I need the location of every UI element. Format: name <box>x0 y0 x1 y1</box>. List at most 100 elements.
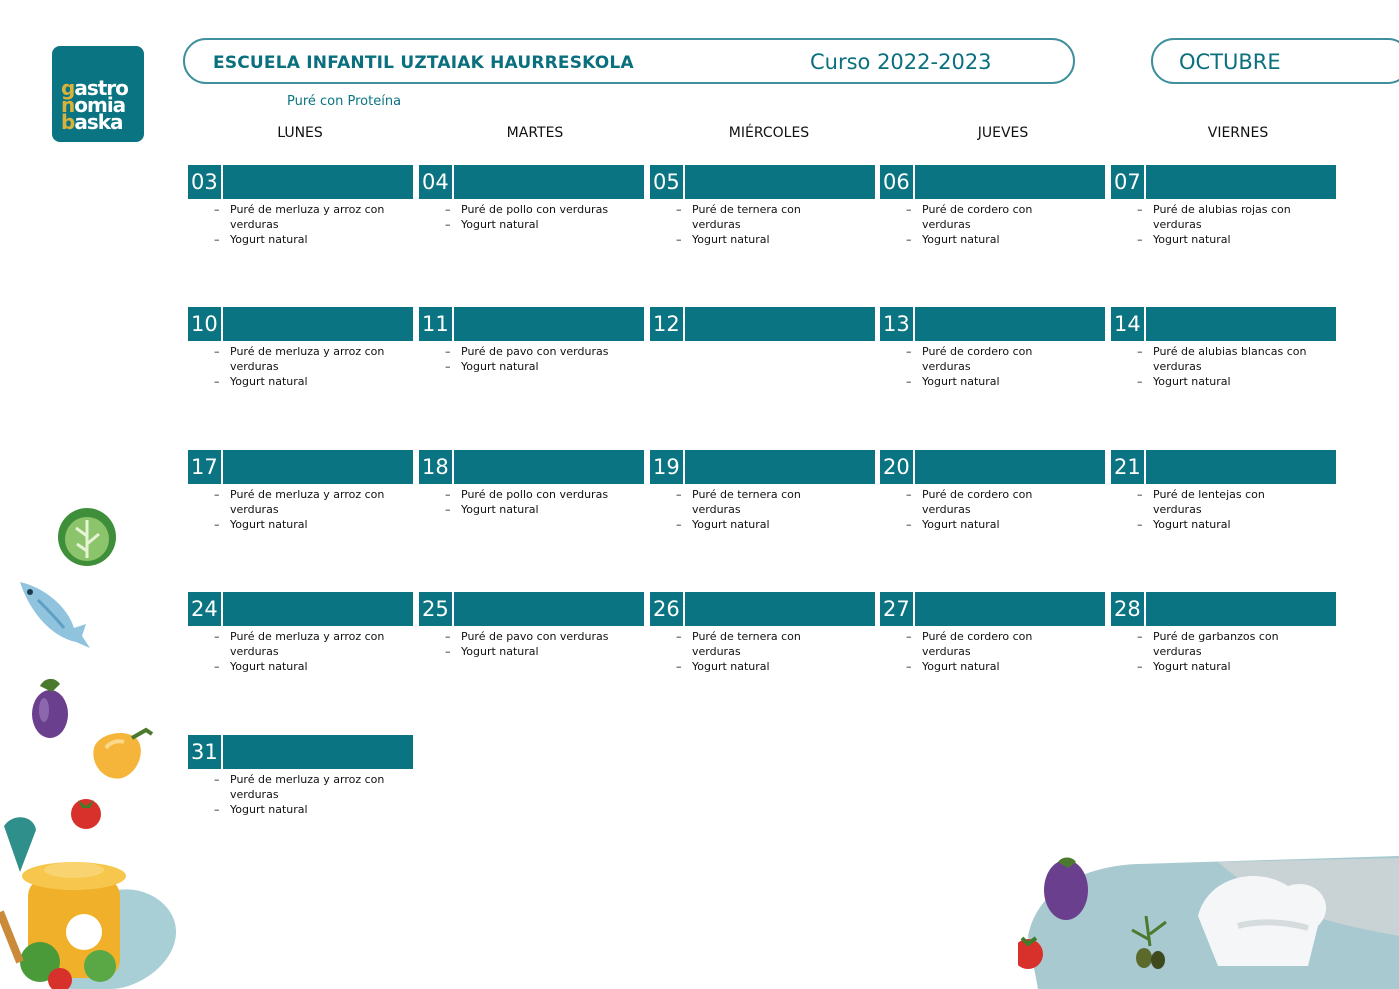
day-header: 20 <box>880 450 1105 484</box>
menu-item: Puré de pavo con verduras <box>445 629 621 644</box>
day-header: 03 <box>188 165 413 199</box>
day-number: 12 <box>650 307 683 341</box>
menu-item: Puré de cordero con verduras <box>906 487 1082 517</box>
menu-list: Puré de pavo con verdurasYogurt natural <box>419 344 644 374</box>
day-cell: 10Puré de merluza y arroz con verdurasYo… <box>188 307 413 389</box>
menu-list: Puré de cordero con verdurasYogurt natur… <box>880 629 1105 674</box>
weekday-header: VIERNES <box>1207 125 1269 141</box>
day-header: 13 <box>880 307 1105 341</box>
menu-list: Puré de merluza y arroz con verdurasYogu… <box>188 344 413 389</box>
day-number: 26 <box>650 592 683 626</box>
day-number: 06 <box>880 165 913 199</box>
menu-item: Puré de pollo con verduras <box>445 202 621 217</box>
menu-list: Puré de ternera con verdurasYogurt natur… <box>650 487 875 532</box>
eggplant-icon <box>32 678 68 738</box>
day-header: 25 <box>419 592 644 626</box>
day-cell: 25Puré de pavo con verdurasYogurt natura… <box>419 592 644 659</box>
pepper-icon <box>93 727 154 779</box>
day-number: 10 <box>188 307 221 341</box>
day-header: 11 <box>419 307 644 341</box>
logo-line-3: baska <box>61 110 124 134</box>
day-cell: 27Puré de cordero con verdurasYogurt nat… <box>880 592 1105 674</box>
course-year: Curso 2022-2023 <box>810 50 992 74</box>
fish-icon <box>20 582 90 648</box>
day-number: 21 <box>1111 450 1144 484</box>
day-header-bar <box>685 307 875 341</box>
day-header: 19 <box>650 450 875 484</box>
day-cell: 17Puré de merluza y arroz con verdurasYo… <box>188 450 413 532</box>
menu-item: Yogurt natural <box>214 374 390 389</box>
day-header: 14 <box>1111 307 1336 341</box>
menu-item: Yogurt natural <box>445 359 621 374</box>
menu-item: Puré de alubias blancas con verduras <box>1137 344 1313 374</box>
menu-item: Yogurt natural <box>445 217 621 232</box>
menu-item: Puré de cordero con verduras <box>906 202 1082 232</box>
menu-item: Yogurt natural <box>906 517 1082 532</box>
menu-item: Puré de alubias rojas con verduras <box>1137 202 1313 232</box>
menu-list: Puré de ternera con verdurasYogurt natur… <box>650 202 875 247</box>
day-header-bar <box>223 307 413 341</box>
day-cell: 07Puré de alubias rojas con verdurasYogu… <box>1111 165 1336 247</box>
day-header-bar <box>454 592 644 626</box>
menu-item: Yogurt natural <box>906 659 1082 674</box>
day-header-bar <box>223 450 413 484</box>
day-number: 03 <box>188 165 221 199</box>
day-cell: 18Puré de pollo con verdurasYogurt natur… <box>419 450 644 517</box>
menu-item: Puré de pavo con verduras <box>445 344 621 359</box>
olive-icon <box>1131 916 1167 969</box>
day-header-bar <box>454 307 644 341</box>
day-cell: 31Puré de merluza y arroz con verdurasYo… <box>188 735 413 817</box>
menu-list: Puré de pollo con verdurasYogurt natural <box>419 202 644 232</box>
menu-item: Yogurt natural <box>445 644 621 659</box>
day-number: 25 <box>419 592 452 626</box>
menu-item: Puré de merluza y arroz con verduras <box>214 772 390 802</box>
lettuce-icon <box>58 508 116 566</box>
day-header: 12 <box>650 307 875 341</box>
day-cell: 24Puré de merluza y arroz con verdurasYo… <box>188 592 413 674</box>
day-cell: 20Puré de cordero con verdurasYogurt nat… <box>880 450 1105 532</box>
day-cell: 12 <box>650 307 875 344</box>
menu-item: Yogurt natural <box>214 517 390 532</box>
menu-list: Puré de pavo con verdurasYogurt natural <box>419 629 644 659</box>
day-cell: 11Puré de pavo con verdurasYogurt natura… <box>419 307 644 374</box>
day-header-bar <box>1146 592 1336 626</box>
day-cell: 06Puré de cordero con verdurasYogurt nat… <box>880 165 1105 247</box>
day-header-bar <box>685 165 875 199</box>
menu-list: Puré de lentejas con verdurasYogurt natu… <box>1111 487 1336 532</box>
day-cell: 14Puré de alubias blancas con verdurasYo… <box>1111 307 1336 389</box>
day-number: 20 <box>880 450 913 484</box>
day-header: 10 <box>188 307 413 341</box>
day-header-bar <box>454 450 644 484</box>
menu-item: Yogurt natural <box>1137 517 1313 532</box>
menu-item: Yogurt natural <box>214 232 390 247</box>
menu-item: Puré de lentejas con verduras <box>1137 487 1313 517</box>
day-header-bar <box>1146 307 1336 341</box>
menu-list: Puré de alubias blancas con verdurasYogu… <box>1111 344 1336 389</box>
day-header-bar <box>1146 450 1336 484</box>
menu-list: Puré de merluza y arroz con verdurasYogu… <box>188 629 413 674</box>
day-number: 14 <box>1111 307 1144 341</box>
day-header: 28 <box>1111 592 1336 626</box>
menu-list: Puré de ternera con verdurasYogurt natur… <box>650 629 875 674</box>
day-header: 17 <box>188 450 413 484</box>
day-header-bar <box>915 450 1105 484</box>
menu-list: Puré de cordero con verdurasYogurt natur… <box>880 487 1105 532</box>
day-number: 07 <box>1111 165 1144 199</box>
day-number: 18 <box>419 450 452 484</box>
menu-item: Puré de merluza y arroz con verduras <box>214 202 390 232</box>
day-header: 31 <box>188 735 413 769</box>
menu-item: Yogurt natural <box>214 802 390 817</box>
menu-item: Yogurt natural <box>445 502 621 517</box>
title-banner: ESCUELA INFANTIL UZTAIAK HAURRESKOLA Cur… <box>183 38 1075 84</box>
day-header: 21 <box>1111 450 1336 484</box>
day-header-bar <box>915 307 1105 341</box>
menu-item: Yogurt natural <box>1137 374 1313 389</box>
day-header: 18 <box>419 450 644 484</box>
menu-list: Puré de pollo con verdurasYogurt natural <box>419 487 644 517</box>
menu-item: Yogurt natural <box>676 659 852 674</box>
menu-item: Yogurt natural <box>906 374 1082 389</box>
day-cell: 05Puré de ternera con verdurasYogurt nat… <box>650 165 875 247</box>
menu-list: Puré de merluza y arroz con verdurasYogu… <box>188 772 413 817</box>
day-header: 06 <box>880 165 1105 199</box>
weekday-header: MIÉRCOLES <box>728 125 810 141</box>
